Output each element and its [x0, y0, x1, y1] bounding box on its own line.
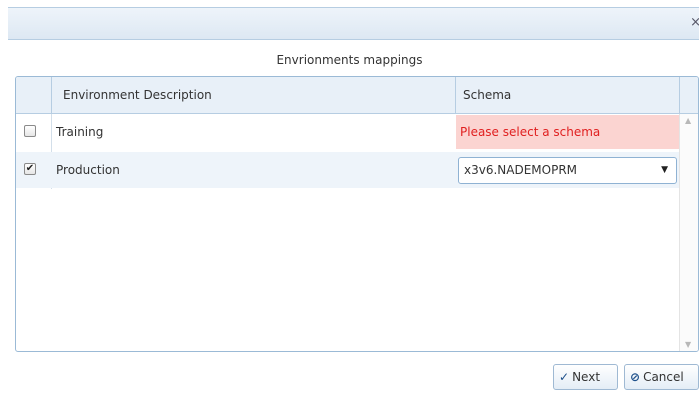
vertical-scrollbar[interactable]: ▲ ▼ [679, 114, 698, 351]
checkmark-icon: ✓ [559, 370, 570, 384]
cancel-label: Cancel [643, 370, 684, 384]
scroll-down-icon[interactable]: ▼ [685, 340, 691, 349]
table-row[interactable]: Training Please select a schema [16, 114, 680, 150]
table-row[interactable]: ✔ Production x3v6.NADEMOPRM ▼ [16, 152, 680, 188]
schema-error-cell[interactable]: Please select a schema [456, 115, 679, 149]
scroll-up-icon[interactable]: ▲ [685, 116, 691, 125]
next-label: Next [572, 370, 601, 384]
next-button[interactable]: ✓ Next [553, 364, 618, 390]
row-checkbox-checked[interactable]: ✔ [24, 163, 36, 175]
ban-icon: ⊘ [630, 370, 641, 384]
section-title: Envrionments mappings [276, 53, 423, 67]
dialog-titlebar: × [8, 7, 699, 40]
environment-mapping-grid: Environment Description Schema Training … [15, 76, 699, 352]
select-column-header [16, 77, 52, 113]
caret-down-icon[interactable]: ▼ [661, 158, 668, 183]
close-icon[interactable]: × [690, 16, 699, 30]
schema-column-header[interactable]: Schema [456, 77, 680, 113]
environment-description: Production [56, 163, 120, 177]
environment-description-column-header[interactable]: Environment Description [52, 77, 456, 113]
grid-header: Environment Description Schema [16, 77, 698, 114]
cancel-button[interactable]: ⊘ Cancel [624, 364, 699, 390]
schema-select-value: x3v6.NADEMOPRM [464, 163, 578, 177]
row-checkbox[interactable] [24, 125, 36, 137]
schema-select[interactable]: x3v6.NADEMOPRM ▼ [458, 157, 677, 184]
environment-description: Training [56, 125, 104, 139]
